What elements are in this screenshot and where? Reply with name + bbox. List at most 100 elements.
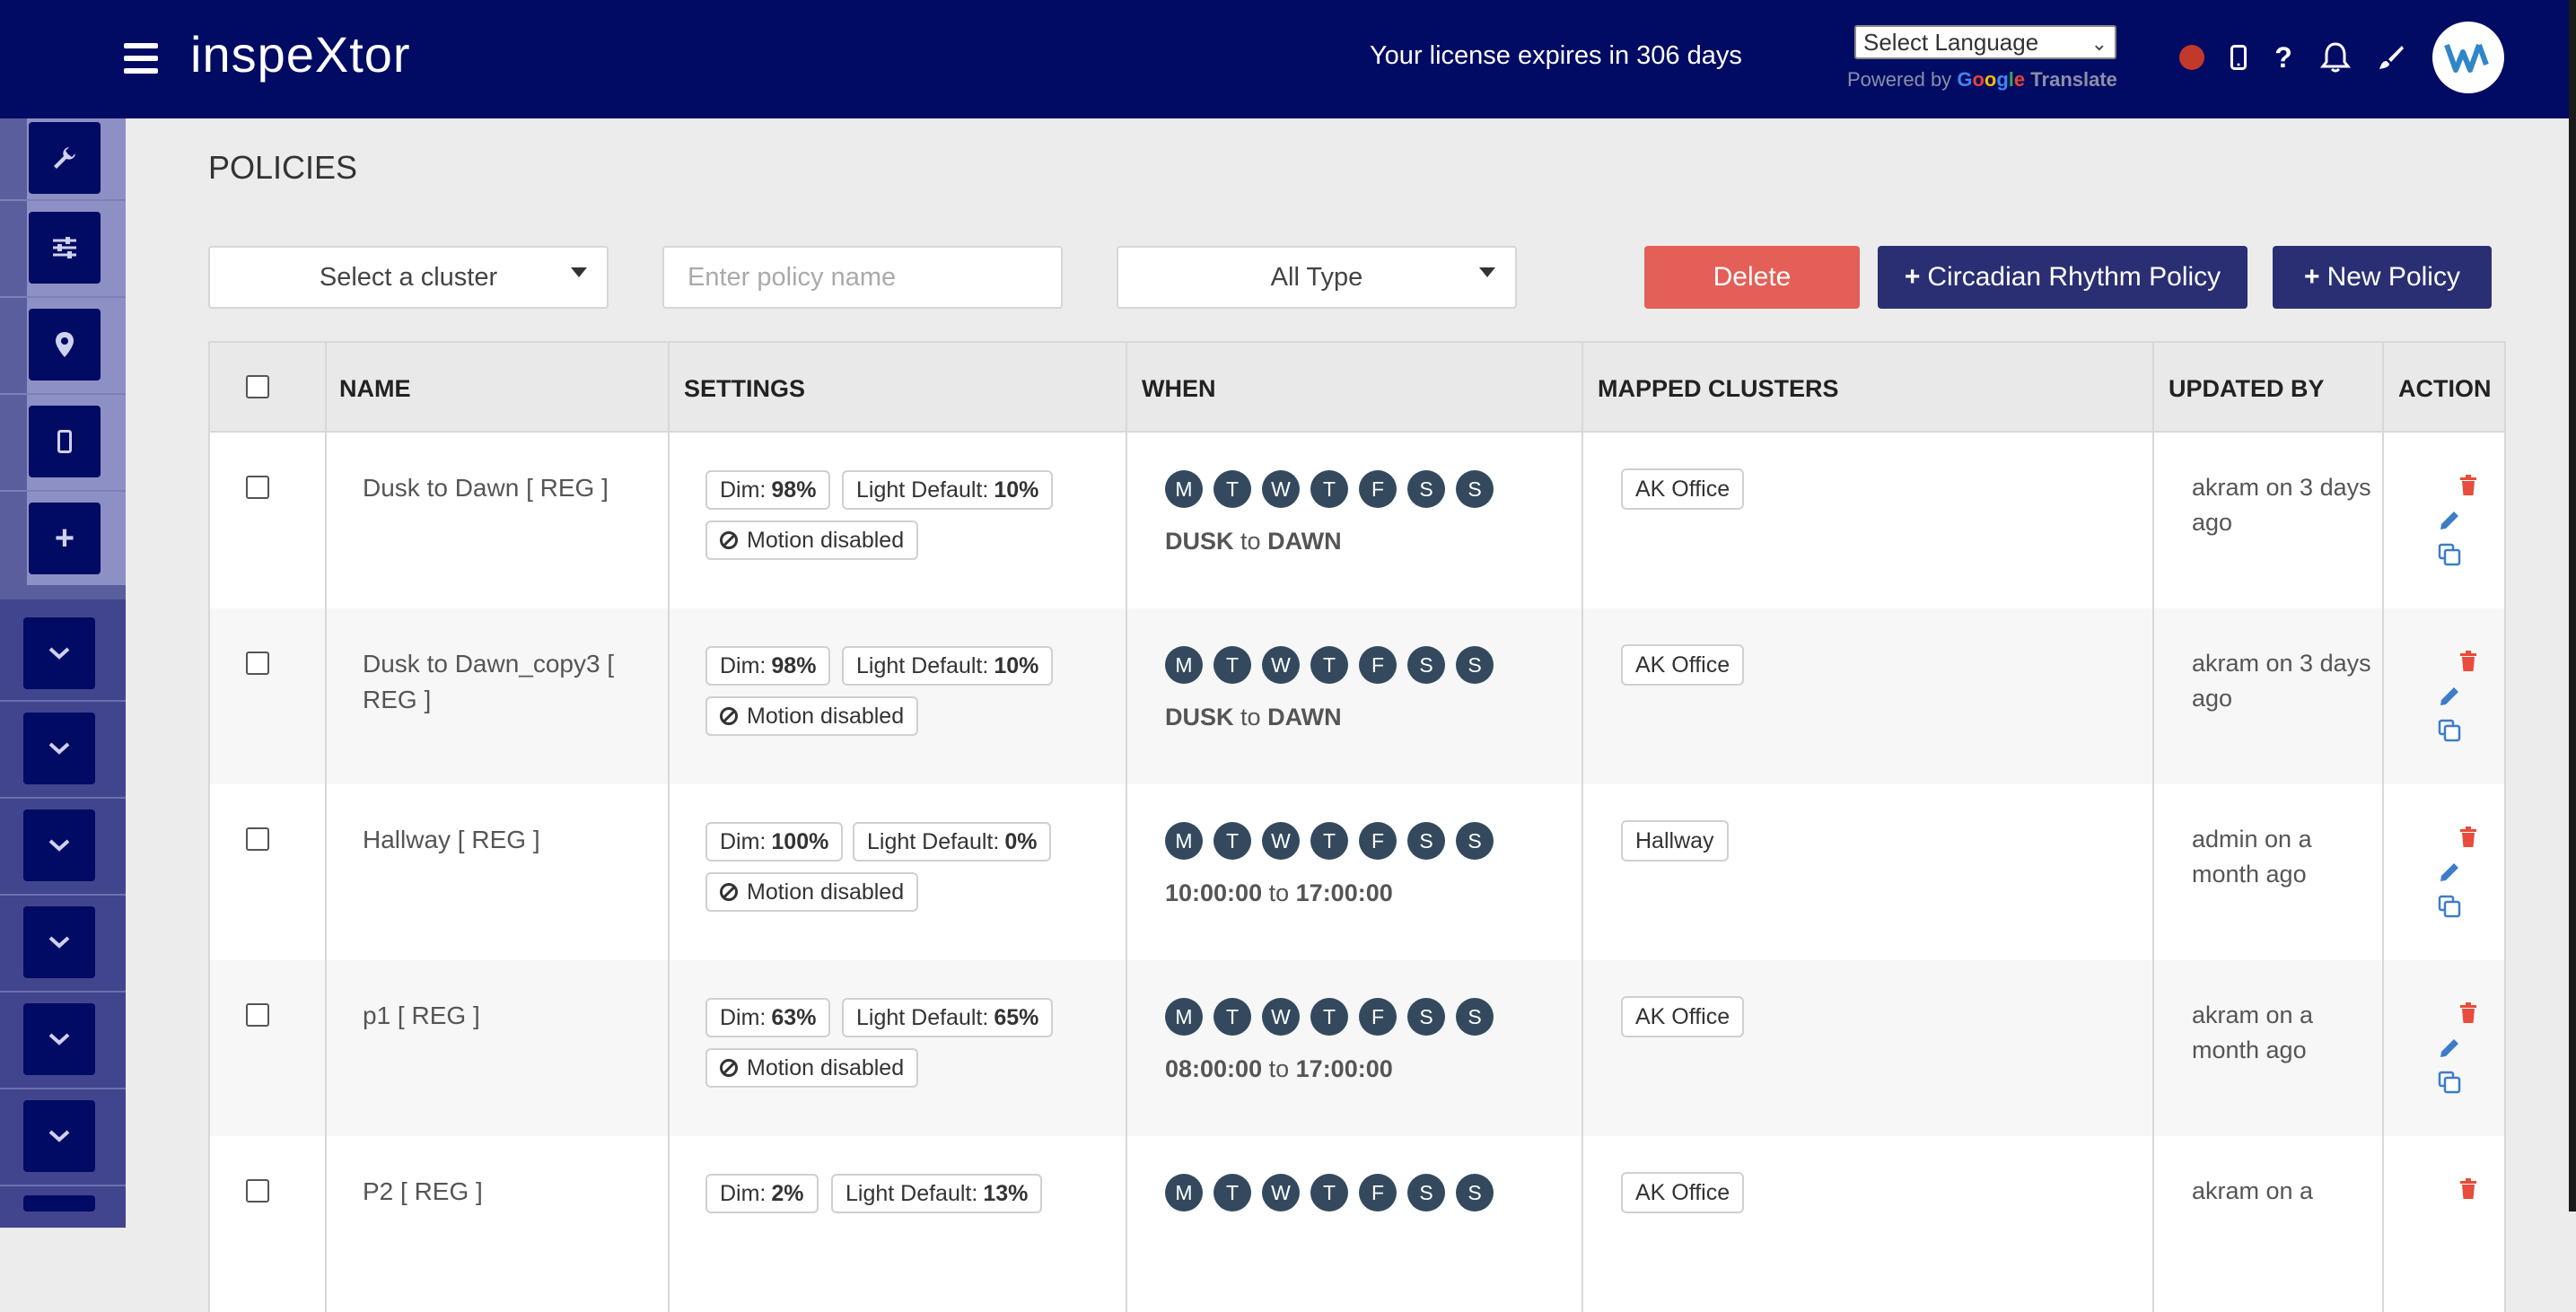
day-circle: F: [1359, 1174, 1397, 1211]
cluster-select[interactable]: Select a cluster: [208, 246, 609, 309]
row-checkbox[interactable]: [246, 1003, 269, 1027]
weekday-circles: MTWTFSS: [1165, 646, 1504, 684]
day-circle: M: [1165, 646, 1203, 684]
edit-icon[interactable]: [2431, 505, 2467, 536]
day-circle: F: [1359, 998, 1397, 1036]
dim-badge: Dim: 63%: [705, 998, 831, 1037]
day-circle: F: [1359, 646, 1397, 684]
circadian-rhythm-policy-button[interactable]: + Circadian Rhythm Policy: [1878, 246, 2247, 309]
trash-icon[interactable]: [2450, 998, 2486, 1028]
plus-icon[interactable]: +: [29, 503, 101, 574]
trash-icon[interactable]: [2450, 1174, 2486, 1204]
edit-icon[interactable]: [2431, 1033, 2467, 1063]
new-policy-button[interactable]: + New Policy: [2273, 246, 2492, 309]
type-select[interactable]: All Type: [1117, 246, 1517, 309]
caret-down-icon: [571, 267, 587, 277]
day-circle: W: [1262, 1174, 1300, 1211]
select-all-checkbox[interactable]: [246, 375, 269, 398]
day-circle: M: [1165, 998, 1203, 1036]
motion-badge: Motion disabled: [705, 696, 919, 736]
copy-icon[interactable]: [2431, 539, 2467, 570]
column-header-settings[interactable]: SETTINGS: [684, 375, 805, 403]
language-select[interactable]: Select Language ⌄: [1854, 25, 2116, 59]
day-circle: W: [1262, 470, 1300, 508]
day-circle: F: [1359, 822, 1397, 860]
column-header-mapped-clusters[interactable]: MAPPED CLUSTERS: [1598, 375, 1839, 403]
sliders-icon[interactable]: [29, 212, 101, 284]
ban-icon: [720, 531, 738, 549]
column-header-updated-by[interactable]: UPDATED BY: [2169, 375, 2325, 403]
day-circle: W: [1262, 646, 1300, 684]
dim-badge: Dim: 2%: [705, 1174, 819, 1213]
updated-by: akram on a: [2192, 1177, 2314, 1204]
policy-name-input[interactable]: [662, 246, 1063, 309]
row-checkbox[interactable]: [246, 652, 269, 675]
column-divider: [325, 608, 327, 784]
circadian-button-label: Circadian Rhythm Policy: [1927, 262, 2221, 292]
trash-icon[interactable]: [2450, 646, 2486, 677]
sidebar-divider: [0, 490, 126, 492]
chevron-down-icon[interactable]: [23, 713, 95, 784]
chevron-down-icon[interactable]: [23, 906, 95, 978]
column-divider: [2382, 433, 2384, 608]
updated-by: admin on a month ago: [2192, 826, 2312, 888]
wrench-icon[interactable]: [29, 122, 101, 194]
bell-icon[interactable]: [2318, 38, 2353, 77]
trash-icon[interactable]: [2450, 470, 2486, 501]
trash-icon[interactable]: [2450, 822, 2486, 853]
copy-icon[interactable]: [2431, 715, 2467, 746]
delete-button[interactable]: Delete: [1644, 246, 1860, 309]
row-checkbox[interactable]: [246, 1179, 269, 1203]
table-row: p1 [ REG ] Dim: 63% Light Default: 65% Mot…: [208, 960, 2506, 1136]
copy-icon[interactable]: [2431, 891, 2467, 922]
column-divider: [1582, 1136, 1583, 1312]
chevron-down-icon[interactable]: [23, 1003, 95, 1075]
new-policy-button-label: New Policy: [2326, 262, 2460, 292]
column-divider: [325, 1136, 327, 1312]
day-circle: T: [1214, 646, 1251, 684]
help-icon[interactable]: ?: [2265, 38, 2301, 77]
column-divider: [1126, 784, 1127, 960]
ban-icon: [720, 1059, 738, 1077]
day-circle: T: [1310, 1174, 1348, 1211]
column-divider: [325, 784, 327, 960]
day-circle: S: [1456, 822, 1494, 860]
record-status-dot[interactable]: [2179, 45, 2204, 70]
column-divider: [668, 784, 670, 960]
row-checkbox[interactable]: [246, 827, 269, 851]
hamburger-menu-icon[interactable]: [124, 43, 158, 74]
mobile-icon[interactable]: [29, 406, 101, 477]
edit-icon[interactable]: [2431, 681, 2467, 712]
mobile-icon[interactable]: [2221, 38, 2256, 77]
user-avatar[interactable]: [2432, 22, 2504, 93]
brush-icon[interactable]: [2373, 38, 2409, 77]
day-circle: T: [1310, 470, 1348, 508]
column-divider: [2152, 960, 2154, 1136]
day-circle: S: [1456, 646, 1494, 684]
column-header-name[interactable]: NAME: [339, 375, 411, 403]
day-circle: S: [1407, 822, 1445, 860]
column-divider: [2152, 784, 2154, 960]
chevron-down-icon[interactable]: [23, 617, 95, 689]
copy-icon[interactable]: [2431, 1067, 2467, 1098]
day-circle: T: [1214, 470, 1251, 508]
sidebar-divider: [0, 393, 126, 395]
day-circle: T: [1310, 998, 1348, 1036]
weekday-circles: MTWTFSS: [1165, 998, 1504, 1036]
day-circle: W: [1262, 998, 1300, 1036]
edit-icon[interactable]: [2431, 857, 2467, 888]
policy-name: Dusk to Dawn [ REG ]: [363, 474, 609, 502]
sidebar-group-partial[interactable]: [23, 1195, 95, 1211]
day-circle: M: [1165, 822, 1203, 860]
chevron-down-icon[interactable]: [23, 1100, 95, 1172]
chevron-down-icon[interactable]: [23, 809, 95, 881]
row-checkbox[interactable]: [246, 476, 269, 499]
map-pin-icon[interactable]: [29, 309, 101, 380]
schedule-time: 08:00:00 to 17:00:00: [1165, 1055, 1393, 1082]
sidebar-divider: [0, 1088, 126, 1089]
policy-name: Hallway [ REG ]: [363, 826, 540, 853]
license-notice: Your license expires in 306 days: [1370, 41, 1742, 70]
plus-icon: +: [2304, 262, 2320, 292]
column-divider: [1582, 608, 1583, 784]
column-header-when[interactable]: WHEN: [1142, 375, 1216, 403]
